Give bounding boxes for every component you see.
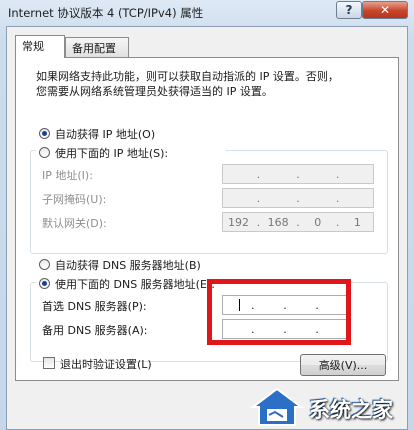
manual-ip-label[interactable]: 使用下面的 IP 地址(S): xyxy=(55,145,168,161)
manual-dns-label[interactable]: 使用下面的 DNS 服务器地址(E): xyxy=(55,276,215,292)
ip-address-field[interactable]: ... xyxy=(222,164,374,184)
alternate-dns-label: 备用 DNS 服务器(A): xyxy=(42,324,148,337)
auto-ip-radio[interactable] xyxy=(39,128,50,139)
dialog-client-area: 常规 备用配置 如果网络支持此功能，则可以获取自动指派的 IP 设置。否则， 您… xyxy=(6,26,408,430)
manual-ip-radio[interactable] xyxy=(39,147,50,158)
watermark-text: 系统之家 xyxy=(309,398,393,422)
auto-dns-radio[interactable] xyxy=(39,259,50,270)
subnet-mask-label: 子网掩码(U): xyxy=(42,193,107,206)
subnet-mask-field[interactable]: ... xyxy=(222,188,374,208)
auto-dns-label[interactable]: 自动获得 DNS 服务器地址(B) xyxy=(55,257,201,273)
tab-general[interactable]: 常规 xyxy=(15,35,65,58)
dialog-window: Internet 协议版本 4 (TCP/IPv4) 属性 ? ✕ 常规 备用配… xyxy=(0,0,414,430)
default-gateway-label: 默认网关(D): xyxy=(42,217,107,230)
help-button[interactable]: ? xyxy=(336,1,362,19)
close-button[interactable]: ✕ xyxy=(362,1,408,19)
description-line-2: 您需要从网络系统管理员处获得适当的 IP 设置。 xyxy=(36,85,273,98)
tab-alternate-configuration[interactable]: 备用配置 xyxy=(65,37,129,57)
ip-address-label: IP 地址(I): xyxy=(42,169,93,182)
validate-on-exit-label[interactable]: 退出时验证设置(L) xyxy=(60,356,152,372)
default-gateway-field[interactable]: 192. 168. 0. 1 xyxy=(222,212,374,232)
advanced-button[interactable]: 高级(V)... xyxy=(300,354,386,376)
title-bar[interactable]: Internet 协议版本 4 (TCP/IPv4) 属性 ? ✕ xyxy=(0,0,414,24)
validate-on-exit-checkbox[interactable] xyxy=(43,357,55,369)
red-highlight-box xyxy=(207,279,351,345)
preferred-dns-label: 首选 DNS 服务器(P): xyxy=(42,300,147,313)
auto-ip-label[interactable]: 自动获得 IP 地址(O) xyxy=(55,126,155,142)
description-line-1: 如果网络支持此功能，则可以获取自动指派的 IP 设置。否则， xyxy=(36,70,339,83)
manual-dns-radio[interactable] xyxy=(39,278,50,289)
watermark-house-logo xyxy=(250,387,304,426)
window-title: Internet 协议版本 4 (TCP/IPv4) 属性 xyxy=(8,6,204,20)
